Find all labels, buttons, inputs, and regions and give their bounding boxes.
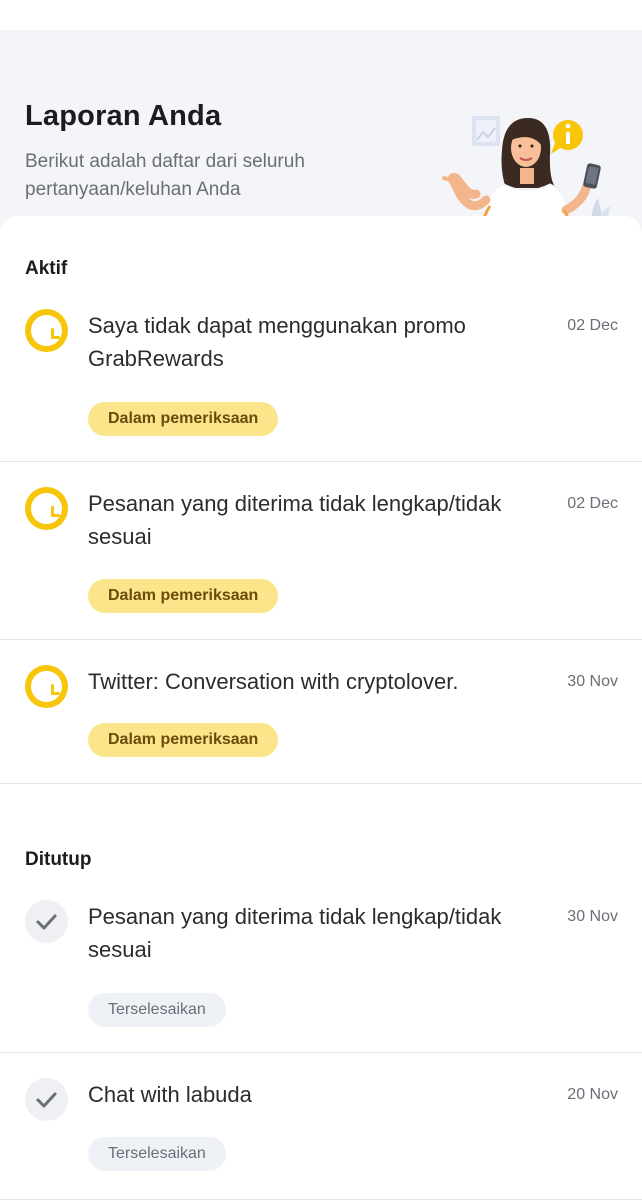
page-header: Laporan Anda Berikut adalah daftar dari …	[0, 30, 642, 250]
divider	[0, 783, 642, 784]
status-badge: Terselesaikan	[88, 993, 226, 1027]
page-title: Laporan Anda	[25, 100, 222, 132]
divider	[0, 461, 642, 462]
divider	[0, 1052, 642, 1053]
report-date: 30 Nov	[567, 673, 618, 690]
page-subtitle: Berikut adalah daftar dari seluruh perta…	[25, 151, 305, 200]
report-item-closed[interactable]: Pesanan yang diterima tidak lengkap/tida…	[0, 889, 642, 1052]
report-date: 30 Nov	[567, 908, 618, 925]
divider	[0, 639, 642, 640]
section-title-active: Aktif	[25, 258, 68, 279]
status-badge: Terselesaikan	[88, 1137, 226, 1171]
report-title: Pesanan yang diterima tidak lengkap/tida…	[88, 904, 502, 962]
report-title: Twitter: Conversation with cryptolover.	[88, 669, 459, 694]
report-title: Saya tidak dapat menggunakan promo GrabR…	[88, 313, 466, 371]
report-item-active[interactable]: Pesanan yang diterima tidak lengkap/tida…	[0, 476, 642, 639]
clock-icon	[25, 487, 68, 530]
clock-icon	[25, 665, 68, 708]
report-date: 02 Dec	[567, 317, 618, 334]
status-badge: Dalam pemeriksaan	[88, 723, 279, 757]
checkmark-icon	[25, 900, 68, 943]
report-date: 02 Dec	[567, 495, 618, 512]
clock-icon	[25, 309, 68, 352]
report-item-active[interactable]: Twitter: Conversation with cryptolover. …	[0, 654, 642, 783]
status-badge: Dalam pemeriksaan	[88, 579, 279, 613]
checkmark-icon	[25, 1078, 68, 1121]
section-title-closed: Ditutup	[25, 849, 92, 870]
status-badge: Dalam pemeriksaan	[88, 402, 279, 436]
top-bar	[0, 0, 642, 30]
report-title: Pesanan yang diterima tidak lengkap/tida…	[88, 491, 502, 549]
report-item-closed[interactable]: Chat with labuda 20 Nov Terselesaikan	[0, 1067, 642, 1199]
report-title: Chat with labuda	[88, 1082, 252, 1107]
report-date: 20 Nov	[567, 1086, 618, 1103]
reports-card: Aktif Saya tidak dapat menggunakan promo…	[0, 216, 642, 1200]
report-item-active[interactable]: Saya tidak dapat menggunakan promo GrabR…	[0, 298, 642, 461]
